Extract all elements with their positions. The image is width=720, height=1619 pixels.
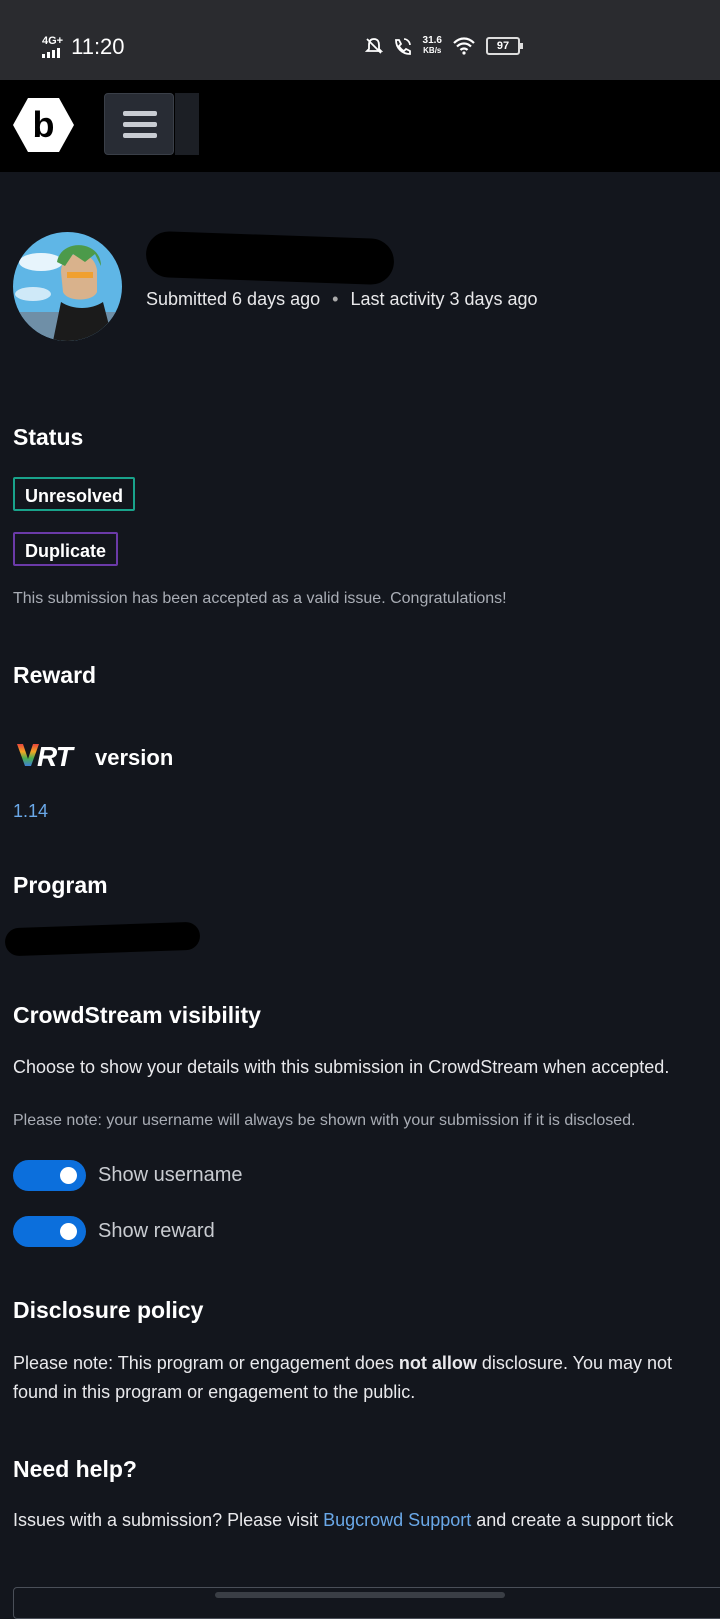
last-activity-time: Last activity 3 days ago: [350, 289, 538, 309]
program-heading: Program: [13, 872, 108, 898]
bugcrowd-logo[interactable]: b: [13, 98, 74, 152]
vrt-version-label: RT version: [15, 740, 173, 773]
network-type: 4G+: [42, 35, 64, 47]
crowdstream-note: Please note: your username will always b…: [13, 1112, 636, 1129]
help-text: Issues with a submission? Please visit B…: [13, 1510, 674, 1530]
battery-indicator: 97: [486, 37, 523, 55]
disclosure-text-line1: Please note: This program or engagement …: [13, 1353, 673, 1373]
clock: 11:20: [71, 34, 125, 59]
svg-text:RT: RT: [37, 741, 76, 769]
disclosure-heading: Disclosure policy: [13, 1297, 204, 1323]
vrt-logo: RT: [15, 740, 85, 773]
menu-button[interactable]: [104, 93, 174, 155]
cellular-signal-icon: 4G+: [42, 36, 63, 58]
status-badge-unresolved: Unresolved: [13, 477, 136, 511]
wifi-call-icon: [394, 38, 411, 55]
svg-text:b: b: [33, 104, 55, 145]
vrt-version-value[interactable]: 1.14: [13, 801, 48, 822]
vrt-word: version: [95, 745, 174, 770]
crowdstream-heading: CrowdStream visibility: [13, 1002, 261, 1028]
show-reward-toggle[interactable]: [13, 1216, 86, 1247]
submission-meta: Submitted 6 days ago • Last activity 3 d…: [146, 289, 538, 310]
program-name-redaction: [4, 921, 201, 957]
show-reward-label: Show reward: [98, 1220, 215, 1242]
reward-heading: Reward: [13, 662, 97, 688]
notifications-off-icon: [364, 38, 383, 54]
network-speed: 31.6 KB/s: [422, 35, 442, 56]
show-username-toggle[interactable]: [13, 1160, 86, 1191]
status-bar: 4G+ 11:20 31.6 KB/s 97: [0, 0, 720, 80]
bugcrowd-support-link[interactable]: Bugcrowd Support: [323, 1510, 471, 1530]
gesture-handle: [215, 1592, 505, 1598]
help-heading: Need help?: [13, 1456, 137, 1482]
avatar: [13, 232, 122, 341]
status-heading: Status: [13, 424, 84, 450]
meta-separator: •: [332, 289, 339, 309]
status-note: This submission has been accepted as a v…: [13, 590, 507, 607]
status-badge-duplicate: Duplicate: [13, 532, 119, 566]
username-redaction: [145, 230, 395, 286]
show-username-label: Show username: [98, 1164, 243, 1186]
header-strip: [175, 93, 199, 155]
crowdstream-description: Choose to show your details with this su…: [13, 1057, 670, 1077]
submitted-time: Submitted 6 days ago: [146, 289, 321, 309]
disclosure-text-line2: found in this program or engagement to t…: [13, 1382, 416, 1402]
wifi-icon: [453, 37, 475, 55]
